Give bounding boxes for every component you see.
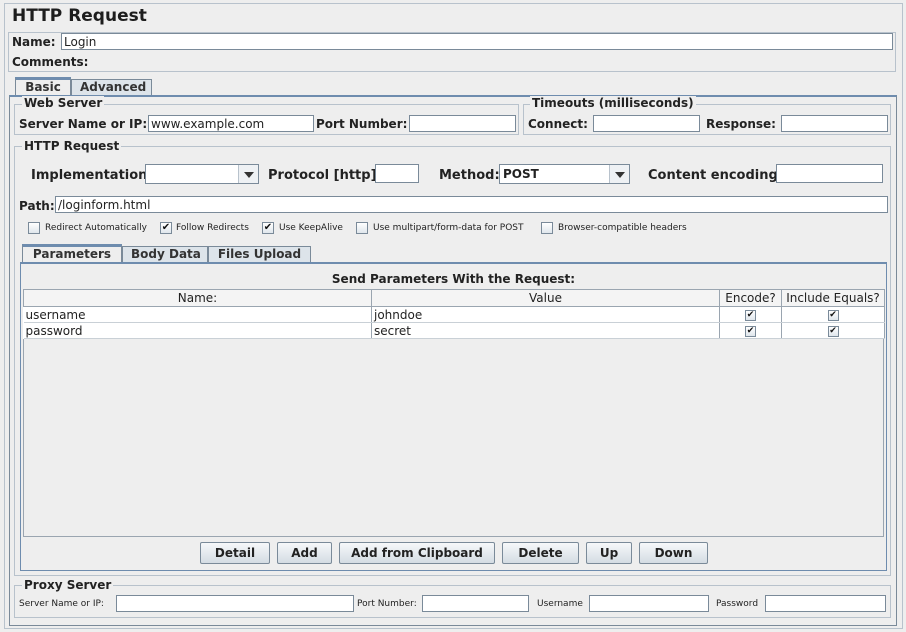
- browser-compatible-headers-label: Browser-compatible headers: [558, 223, 687, 233]
- encode-cell[interactable]: ✔: [719, 306, 782, 323]
- connect-timeout-input[interactable]: [593, 115, 700, 132]
- server-name-label: Server Name or IP:: [19, 117, 148, 131]
- use-keepalive-label: Use KeepAlive: [279, 223, 343, 233]
- protocol-input[interactable]: [375, 164, 419, 183]
- down-button[interactable]: Down: [639, 542, 708, 564]
- implementation-select[interactable]: [145, 164, 259, 184]
- browser-compatible-headers-checkbox[interactable]: [541, 222, 553, 234]
- column-header-value[interactable]: Value: [371, 289, 720, 307]
- encode-checkbox[interactable]: ✔: [745, 325, 756, 337]
- chevron-down-icon[interactable]: [238, 165, 258, 183]
- path-label: Path:: [19, 199, 55, 213]
- server-name-input[interactable]: [148, 115, 314, 132]
- proxy-server-name-input[interactable]: [116, 595, 354, 612]
- include-equals-cell[interactable]: ✔: [781, 322, 885, 339]
- encode-checkbox[interactable]: ✔: [745, 309, 756, 321]
- path-input[interactable]: [55, 196, 888, 213]
- name-field[interactable]: [61, 33, 893, 50]
- content-encoding-label: Content encoding:: [648, 168, 783, 183]
- chevron-down-icon[interactable]: [609, 165, 629, 183]
- timeouts-legend: Timeouts (milliseconds): [530, 96, 696, 110]
- proxy-password-label: Password: [716, 599, 759, 609]
- include-equals-cell[interactable]: ✔: [781, 306, 885, 323]
- follow-redirects-label: Follow Redirects: [176, 223, 249, 233]
- web-server-legend: Web Server: [22, 96, 105, 110]
- tab-files-upload[interactable]: Files Upload: [208, 246, 311, 262]
- up-button[interactable]: Up: [586, 542, 632, 564]
- column-header-name[interactable]: Name:: [23, 289, 372, 307]
- comments-label: Comments:: [12, 55, 89, 69]
- follow-redirects-checkbox[interactable]: ✔: [160, 222, 172, 234]
- multipart-post-label: Use multipart/form-data for POST: [373, 223, 524, 233]
- response-label: Response:: [706, 117, 776, 131]
- param-name-cell[interactable]: password: [23, 322, 372, 339]
- protocol-label: Protocol [http]:: [268, 168, 382, 183]
- redirect-automatically-label: Redirect Automatically: [45, 223, 147, 233]
- tab-body-data[interactable]: Body Data: [122, 246, 208, 262]
- param-value-cell[interactable]: johndoe: [371, 306, 720, 323]
- params-table: Name: Value Encode? Include Equals? user…: [23, 289, 885, 339]
- connect-label: Connect:: [528, 117, 588, 131]
- proxy-server-name-label: Server Name or IP:: [19, 599, 104, 609]
- proxy-port-input[interactable]: [422, 595, 529, 612]
- detail-button[interactable]: Detail: [200, 542, 270, 564]
- port-number-label: Port Number:: [316, 117, 408, 131]
- proxy-password-input[interactable]: [765, 595, 886, 612]
- column-header-include-equals[interactable]: Include Equals?: [781, 289, 885, 307]
- add-from-clipboard-button[interactable]: Add from Clipboard: [339, 542, 495, 564]
- response-timeout-input[interactable]: [781, 115, 888, 132]
- method-select[interactable]: POST: [499, 164, 630, 184]
- tab-parameters[interactable]: Parameters: [22, 244, 122, 262]
- table-row[interactable]: username johndoe ✔ ✔: [23, 306, 885, 323]
- param-name-cell[interactable]: username: [23, 306, 372, 323]
- method-value: POST: [503, 167, 539, 181]
- params-caption: Send Parameters With the Request:: [331, 272, 576, 286]
- proxy-username-label: Username: [537, 599, 583, 609]
- proxy-server-legend: Proxy Server: [22, 578, 114, 592]
- include-equals-checkbox[interactable]: ✔: [827, 309, 839, 321]
- proxy-port-label: Port Number:: [357, 599, 417, 609]
- tab-basic[interactable]: Basic: [15, 77, 71, 95]
- implementation-label: Implementation:: [31, 168, 153, 183]
- method-label: Method:: [439, 168, 500, 183]
- column-header-encode[interactable]: Encode?: [719, 289, 782, 307]
- include-equals-checkbox[interactable]: ✔: [827, 325, 839, 337]
- encode-cell[interactable]: ✔: [719, 322, 782, 339]
- add-button[interactable]: Add: [277, 542, 332, 564]
- content-encoding-input[interactable]: [776, 164, 883, 183]
- redirect-automatically-checkbox[interactable]: [28, 222, 40, 234]
- table-row[interactable]: password secret ✔ ✔: [23, 322, 885, 339]
- panel-title: HTTP Request: [12, 6, 147, 26]
- multipart-post-checkbox[interactable]: [356, 222, 368, 234]
- comments-field[interactable]: [91, 53, 893, 70]
- delete-button[interactable]: Delete: [502, 542, 579, 564]
- http-request-legend: HTTP Request: [22, 139, 122, 153]
- param-value-cell[interactable]: secret: [371, 322, 720, 339]
- name-label: Name:: [12, 35, 56, 49]
- port-number-input[interactable]: [409, 115, 516, 132]
- use-keepalive-checkbox[interactable]: ✔: [262, 222, 274, 234]
- tab-advanced[interactable]: Advanced: [71, 79, 152, 95]
- proxy-username-input[interactable]: [589, 595, 709, 612]
